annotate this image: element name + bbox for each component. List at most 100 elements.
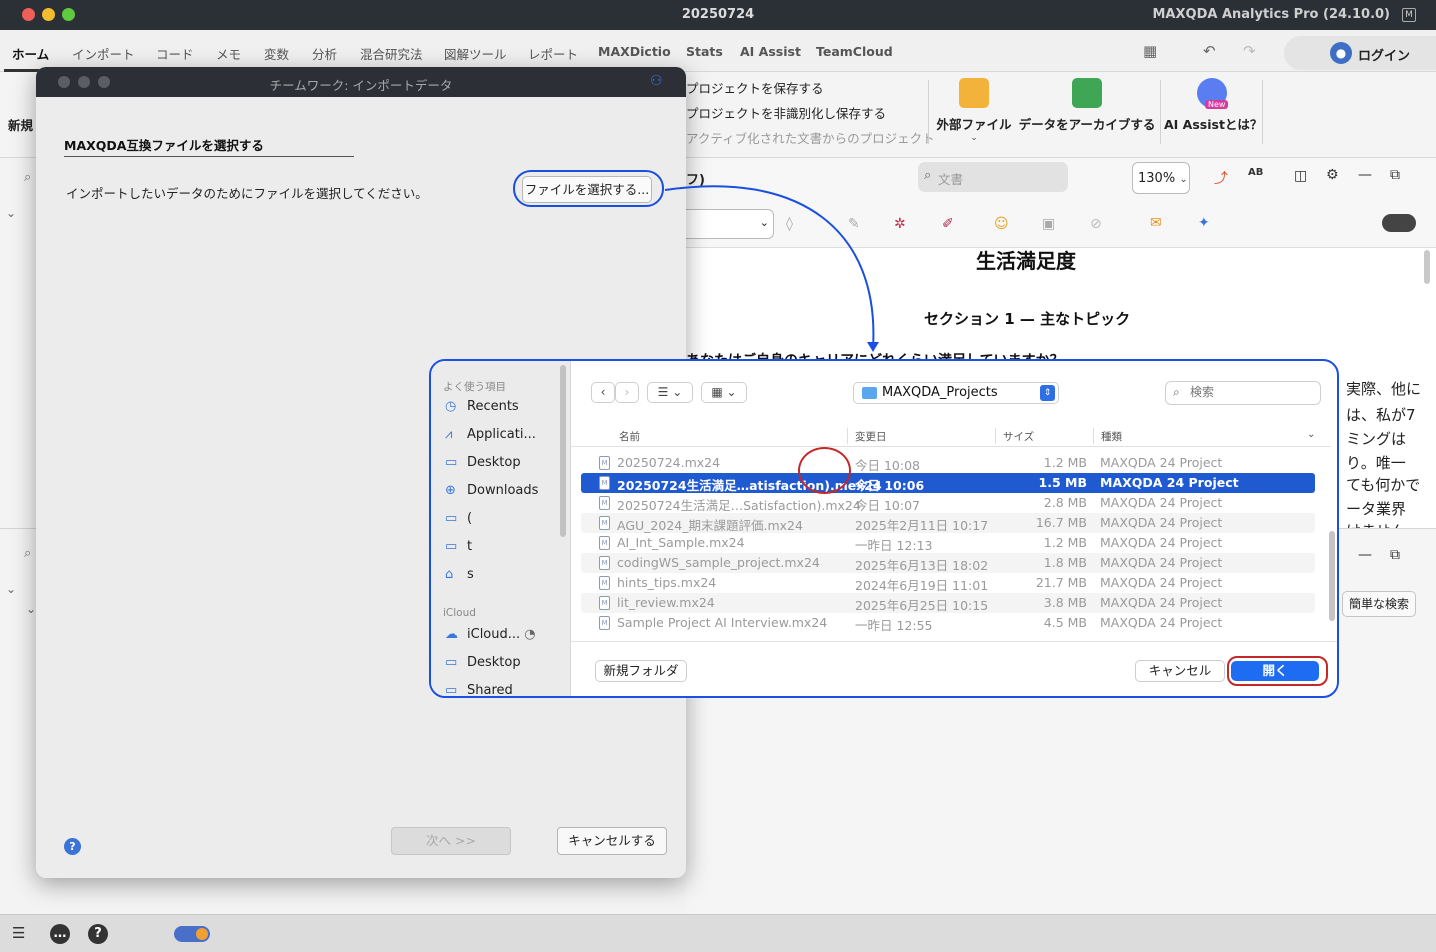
- file-row[interactable]: Mlit_review.mx24 2025年6月25日 10:15 3.8 MB MA…: [581, 593, 1315, 613]
- sidebar-item-label: iCloud...: [467, 627, 521, 642]
- file-date: 今日 10:07: [855, 498, 920, 513]
- file-search-input[interactable]: [1190, 385, 1310, 399]
- file-name: AI_Int_Sample.mx24: [617, 535, 745, 550]
- file-icon: M: [599, 556, 610, 570]
- sidebar-item-recents[interactable]: ◷ Recents: [445, 399, 519, 419]
- new-folder-button[interactable]: 新規フォルダ: [595, 660, 687, 682]
- file-kind: MAXQDA 24 Project: [1100, 555, 1223, 570]
- sidebar-item-label: Desktop: [467, 655, 521, 670]
- sidebar-item-icloud-drive[interactable]: ☁ iCloud... ◔: [445, 627, 536, 647]
- sidebar-item-shared[interactable]: ▭ Shared: [445, 683, 513, 698]
- file-date: 一昨日 12:13: [855, 538, 933, 553]
- file-row[interactable]: Mhints_tips.mx24 2024年6月19日 11:01 21.7 MB M…: [581, 573, 1315, 593]
- folder-icon: ▭: [445, 539, 458, 554]
- cloud-icon: ☁: [445, 627, 458, 642]
- sidebar-item-label: t: [467, 539, 473, 554]
- sidebar-item-folder[interactable]: ▭ t: [445, 539, 472, 559]
- group-view-button[interactable]: ▦ ⌄: [701, 382, 747, 403]
- favorites-section-label: よく使う項目: [443, 381, 506, 393]
- folder-icon: ▭: [445, 511, 458, 526]
- file-list-scrollbar[interactable]: [1329, 531, 1335, 621]
- file-name: 20250724生活満足…Satisfaction).mx24: [617, 498, 861, 513]
- file-list: M 20250724.mx24 今日 10:08 1.2 MB MAXQDA 24 Pr…: [581, 453, 1315, 639]
- file-kind: MAXQDA 24 Project: [1100, 515, 1223, 530]
- file-kind: MAXQDA 24 Project: [1100, 455, 1223, 470]
- sync-status-icon: ◔: [524, 627, 536, 642]
- file-kind: MAXQDA 24 Project: [1100, 595, 1223, 610]
- file-dialog-sidebar: よく使う項目 ◷ Recents ⩘ Applicati... ▭ Desktop ⊕…: [431, 361, 571, 698]
- file-size: 4.5 MB: [1043, 615, 1087, 630]
- desktop-icon: ▭: [445, 655, 458, 670]
- file-name: hints_tips.mx24: [617, 575, 717, 590]
- file-kind: MAXQDA 24 Project: [1100, 535, 1223, 550]
- annotation-highlight-ring: [1227, 656, 1328, 686]
- sidebar-item-folder[interactable]: ▭(: [445, 511, 472, 531]
- file-date: 2024年6月19日 11:01: [855, 578, 989, 593]
- file-name: codingWS_sample_project.mx24: [617, 555, 820, 570]
- annotation-circle: [798, 447, 851, 494]
- file-icon: M: [599, 456, 610, 470]
- file-name: 20250724.mx24: [617, 455, 721, 470]
- file-size: 1.5 MB: [1038, 475, 1087, 490]
- clock-icon: ◷: [445, 399, 457, 414]
- applications-icon: ⩘: [445, 427, 453, 442]
- shared-folder-icon: ▭: [445, 683, 458, 698]
- file-row[interactable]: M AGU_2024_期末課題評価.mx24 2025年2月11日 10:17 16.…: [581, 513, 1315, 533]
- file-date: 一昨日 12:55: [855, 618, 933, 633]
- sidebar-scrollbar[interactable]: [560, 365, 566, 537]
- chevron-updown-icon: ⇕: [1040, 385, 1055, 401]
- column-separator: [1093, 428, 1094, 444]
- file-date: 今日 10:06: [855, 478, 925, 493]
- file-name: Sample Project AI Interview.mx24: [617, 615, 828, 630]
- file-search-field[interactable]: ⌕: [1165, 381, 1321, 405]
- file-list-header: 名前 変更日 サイズ 種類 ⌄: [571, 425, 1331, 447]
- file-size: 21.7 MB: [1035, 575, 1087, 590]
- file-open-dialog: よく使う項目 ◷ Recents ⩘ Applicati... ▭ Desktop ⊕…: [429, 359, 1339, 698]
- file-icon: M: [599, 516, 610, 530]
- back-button[interactable]: ‹: [591, 382, 615, 403]
- search-icon: ⌕: [1173, 385, 1180, 399]
- sidebar-item-downloads[interactable]: ⊕ Downloads: [445, 483, 538, 503]
- file-size: 2.8 MB: [1043, 495, 1087, 510]
- desktop-icon: ▭: [445, 455, 458, 470]
- file-date: 2025年2月11日 10:17: [855, 518, 989, 533]
- sidebar-item-label: s: [467, 567, 474, 582]
- column-date-modified[interactable]: 変更日: [855, 429, 887, 444]
- file-icon: M: [599, 616, 610, 630]
- sidebar-item-icloud-desktop[interactable]: ▭ Desktop: [445, 655, 521, 675]
- chevron-down-icon[interactable]: ⌄: [1307, 429, 1315, 440]
- footer-divider: [571, 641, 1337, 642]
- forward-button[interactable]: ›: [615, 382, 639, 403]
- file-row[interactable]: M AI_Int_Sample.mx24 一昨日 12:13 1.2 MB MAXQDA…: [581, 533, 1315, 553]
- sidebar-item-label: Recents: [467, 399, 519, 414]
- file-row[interactable]: M Sample Project AI Interview.mx24 一昨日 12:…: [581, 613, 1315, 633]
- file-size: 1.8 MB: [1043, 555, 1087, 570]
- file-icon: M: [599, 536, 610, 550]
- file-dialog-toolbar: ‹ › ☰ ⌄ ▦ ⌄ MAXQDA_Projects ⇕ ⌕: [571, 361, 1337, 421]
- file-icon: M: [599, 596, 610, 610]
- file-kind: MAXQDA 24 Project: [1100, 615, 1223, 630]
- icloud-section-label: iCloud: [443, 607, 476, 619]
- sidebar-item-home[interactable]: ⌂ s: [445, 567, 474, 587]
- file-row[interactable]: M 20250724.mx24 今日 10:08 1.2 MB MAXQDA 24 Pr…: [581, 453, 1315, 473]
- downloads-icon: ⊕: [445, 483, 456, 498]
- column-name[interactable]: 名前: [619, 429, 640, 444]
- location-popup[interactable]: MAXQDA_Projects ⇕: [853, 382, 1059, 404]
- file-name: lit_review.mx24: [617, 595, 715, 610]
- folder-icon: [862, 387, 877, 399]
- sidebar-item-desktop[interactable]: ▭ Desktop: [445, 455, 521, 475]
- file-name: AGU_2024_期末課題評価.mx24: [617, 518, 803, 533]
- sidebar-item-label: (: [467, 511, 473, 526]
- column-size[interactable]: サイズ: [1003, 429, 1034, 444]
- file-row[interactable]: McodingWS_sample_project.mx24 2025年6月13日 …: [581, 553, 1315, 573]
- file-size: 1.2 MB: [1043, 455, 1087, 470]
- column-kind[interactable]: 種類: [1101, 429, 1122, 444]
- list-view-button[interactable]: ☰ ⌄: [647, 382, 693, 403]
- cancel-button[interactable]: キャンセル: [1135, 660, 1225, 682]
- location-label: MAXQDA_Projects: [882, 385, 998, 400]
- file-icon: M: [599, 496, 610, 510]
- file-size: 1.2 MB: [1043, 535, 1087, 550]
- sidebar-item-applications[interactable]: ⩘ Applicati...: [445, 427, 536, 447]
- file-row[interactable]: M 20250724生活満足…atisfaction).mex24 今日 10:06…: [581, 473, 1315, 493]
- file-row[interactable]: M 20250724生活満足…Satisfaction).mx24 今日 10:07…: [581, 493, 1315, 513]
